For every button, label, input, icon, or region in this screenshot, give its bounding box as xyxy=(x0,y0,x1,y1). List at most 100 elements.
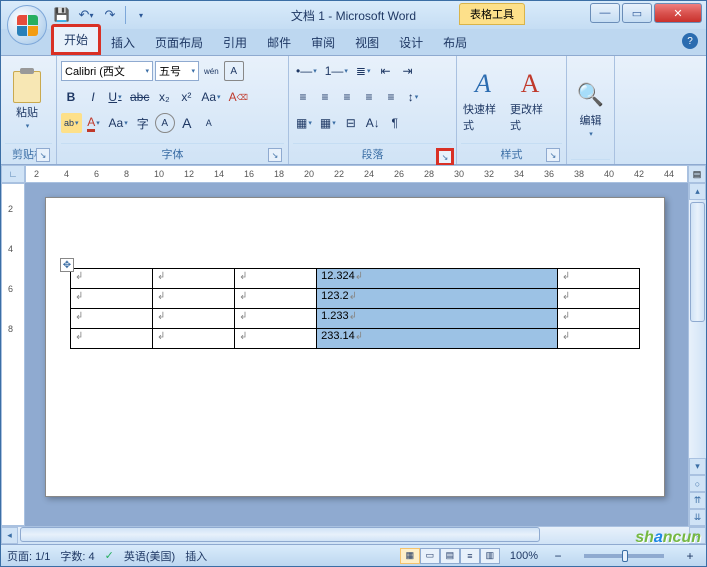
styles-launcher[interactable]: ↘ xyxy=(546,148,560,162)
zoom-level[interactable]: 100% xyxy=(510,550,538,562)
paste-button[interactable]: 粘贴▾ xyxy=(5,59,49,143)
phonetic-guide-button[interactable]: wén xyxy=(201,61,222,81)
zoom-slider[interactable] xyxy=(584,554,664,558)
word-count[interactable]: 字数: 4 xyxy=(60,548,94,564)
strike-button[interactable]: abc xyxy=(127,87,152,107)
vertical-scrollbar[interactable]: ▴ ▾ ○ ⇈ ⇊ xyxy=(688,183,706,526)
table-cell[interactable]: ↲ xyxy=(71,269,153,289)
table-cell[interactable]: ↲ xyxy=(557,269,639,289)
numbering-button[interactable]: 1—▾ xyxy=(322,61,351,81)
align-left-button[interactable]: ≡ xyxy=(293,87,313,107)
char-shading-button[interactable]: Aa▾ xyxy=(106,113,131,133)
next-page-button[interactable]: ⇊ xyxy=(689,509,706,526)
qat-customize[interactable]: ▾ xyxy=(132,6,150,24)
circle-char-button[interactable]: A xyxy=(155,113,175,133)
borders-button[interactable]: ▦▾ xyxy=(317,113,339,133)
font-size-combo[interactable]: 五号▾ xyxy=(155,61,199,81)
tab-insert[interactable]: 插入 xyxy=(101,30,145,55)
table-cell[interactable]: 12.324↲ xyxy=(317,269,558,289)
help-button[interactable]: ? xyxy=(682,33,698,49)
page-indicator[interactable]: 页面: 1/1 xyxy=(7,548,50,564)
scroll-up-button[interactable]: ▴ xyxy=(689,183,706,200)
table-row[interactable]: ↲↲↲123.2↲↲ xyxy=(71,289,640,309)
table-cell[interactable]: ↲ xyxy=(153,309,235,329)
redo-button[interactable]: ↷ xyxy=(101,6,119,24)
office-button[interactable] xyxy=(7,5,47,45)
char-border-button[interactable]: A xyxy=(224,61,244,81)
document-table[interactable]: ↲↲↲12.324↲↲↲↲↲123.2↲↲↲↲↲1.233↲↲↲↲↲233.14… xyxy=(70,268,640,349)
table-row[interactable]: ↲↲↲1.233↲↲ xyxy=(71,309,640,329)
bullets-button[interactable]: •—▾ xyxy=(293,61,320,81)
paragraph-launcher[interactable]: ↘ xyxy=(436,148,454,166)
web-layout-view[interactable]: ▤ xyxy=(440,548,460,564)
outline-view[interactable]: ≡ xyxy=(460,548,480,564)
grow-font-button[interactable]: A xyxy=(177,113,197,133)
ruler-toggle[interactable]: ▤ xyxy=(688,165,706,183)
scroll-right-button[interactable]: ▸ xyxy=(689,527,706,544)
subscript-button[interactable]: x₂ xyxy=(154,87,174,107)
table-cell[interactable]: ↲ xyxy=(557,329,639,349)
table-cell[interactable]: 123.2↲ xyxy=(317,289,558,309)
table-move-handle[interactable]: ✥ xyxy=(60,258,74,272)
table-cell[interactable]: ↲ xyxy=(153,329,235,349)
page-viewport[interactable]: ✥ ↲↲↲12.324↲↲↲↲↲123.2↲↲↲↲↲1.233↲↲↲↲↲233.… xyxy=(25,183,688,526)
clipboard-launcher[interactable]: ↘ xyxy=(36,148,50,162)
draft-view[interactable]: ▥ xyxy=(480,548,500,564)
scroll-down-button[interactable]: ▾ xyxy=(689,458,706,475)
font-name-combo[interactable]: Calibri (西文▾ xyxy=(61,61,153,81)
shading-button[interactable]: ▦▾ xyxy=(293,113,315,133)
tab-review[interactable]: 审阅 xyxy=(301,30,345,55)
language-indicator[interactable]: 英语(美国) xyxy=(124,548,175,564)
bold-button[interactable]: B xyxy=(61,87,81,107)
zoom-out-button[interactable]: − xyxy=(548,546,568,566)
snap-button[interactable]: ⊟ xyxy=(341,113,361,133)
show-marks-button[interactable]: ¶ xyxy=(385,113,405,133)
maximize-button[interactable]: ▭ xyxy=(622,3,652,23)
tab-table-layout[interactable]: 布局 xyxy=(433,30,477,55)
browse-object-button[interactable]: ○ xyxy=(689,475,706,492)
zoom-thumb[interactable] xyxy=(622,550,628,562)
line-spacing-button[interactable]: ↕▾ xyxy=(403,87,423,107)
table-cell[interactable]: 1.233↲ xyxy=(317,309,558,329)
prev-page-button[interactable]: ⇈ xyxy=(689,492,706,509)
find-button[interactable]: 🔍 编辑▾ xyxy=(571,59,610,159)
table-cell[interactable]: ↲ xyxy=(557,309,639,329)
decrease-indent-button[interactable]: ⇤ xyxy=(376,61,396,81)
minimize-button[interactable]: — xyxy=(590,3,620,23)
increase-indent-button[interactable]: ⇥ xyxy=(398,61,418,81)
quick-styles-button[interactable]: A 快速样式 xyxy=(461,59,505,143)
distribute-button[interactable]: ≡ xyxy=(381,87,401,107)
full-screen-view[interactable]: ▭ xyxy=(420,548,440,564)
scroll-left-button[interactable]: ◂ xyxy=(1,527,18,544)
table-cell[interactable]: ↲ xyxy=(153,289,235,309)
table-cell[interactable]: ↲ xyxy=(71,329,153,349)
scroll-thumb[interactable] xyxy=(690,202,705,322)
table-cell[interactable]: ↲ xyxy=(235,289,317,309)
shrink-font-button[interactable]: A xyxy=(199,113,219,133)
tab-mailings[interactable]: 邮件 xyxy=(257,30,301,55)
undo-button[interactable]: ↶▾ xyxy=(77,6,95,24)
vertical-ruler[interactable]: 2468 xyxy=(1,183,25,526)
change-case-button[interactable]: Aa▾ xyxy=(198,87,223,107)
highlight-button[interactable]: ab▾ xyxy=(61,113,82,133)
superscript-button[interactable]: x² xyxy=(176,87,196,107)
tab-view[interactable]: 视图 xyxy=(345,30,389,55)
table-cell[interactable]: 233.14↲ xyxy=(317,329,558,349)
align-center-button[interactable]: ≡ xyxy=(315,87,335,107)
change-styles-button[interactable]: A 更改样式 xyxy=(508,59,552,143)
tab-page-layout[interactable]: 页面布局 xyxy=(145,30,213,55)
print-layout-view[interactable]: ▦ xyxy=(400,548,420,564)
tab-home[interactable]: 开始 xyxy=(51,24,101,55)
table-cell[interactable]: ↲ xyxy=(235,329,317,349)
tab-references[interactable]: 引用 xyxy=(213,30,257,55)
table-cell[interactable]: ↲ xyxy=(557,289,639,309)
spellcheck-icon[interactable]: ✓ xyxy=(105,549,114,562)
insert-mode[interactable]: 插入 xyxy=(185,548,207,564)
table-cell[interactable]: ↲ xyxy=(235,269,317,289)
tab-design[interactable]: 设计 xyxy=(389,30,433,55)
font-launcher[interactable]: ↘ xyxy=(268,148,282,162)
horizontal-ruler[interactable]: 2468101214161820222426283032343638404244 xyxy=(25,165,688,183)
enclosed-char-button[interactable]: 字 xyxy=(133,113,153,133)
table-cell[interactable]: ↲ xyxy=(71,309,153,329)
save-button[interactable]: 💾 xyxy=(53,6,71,24)
